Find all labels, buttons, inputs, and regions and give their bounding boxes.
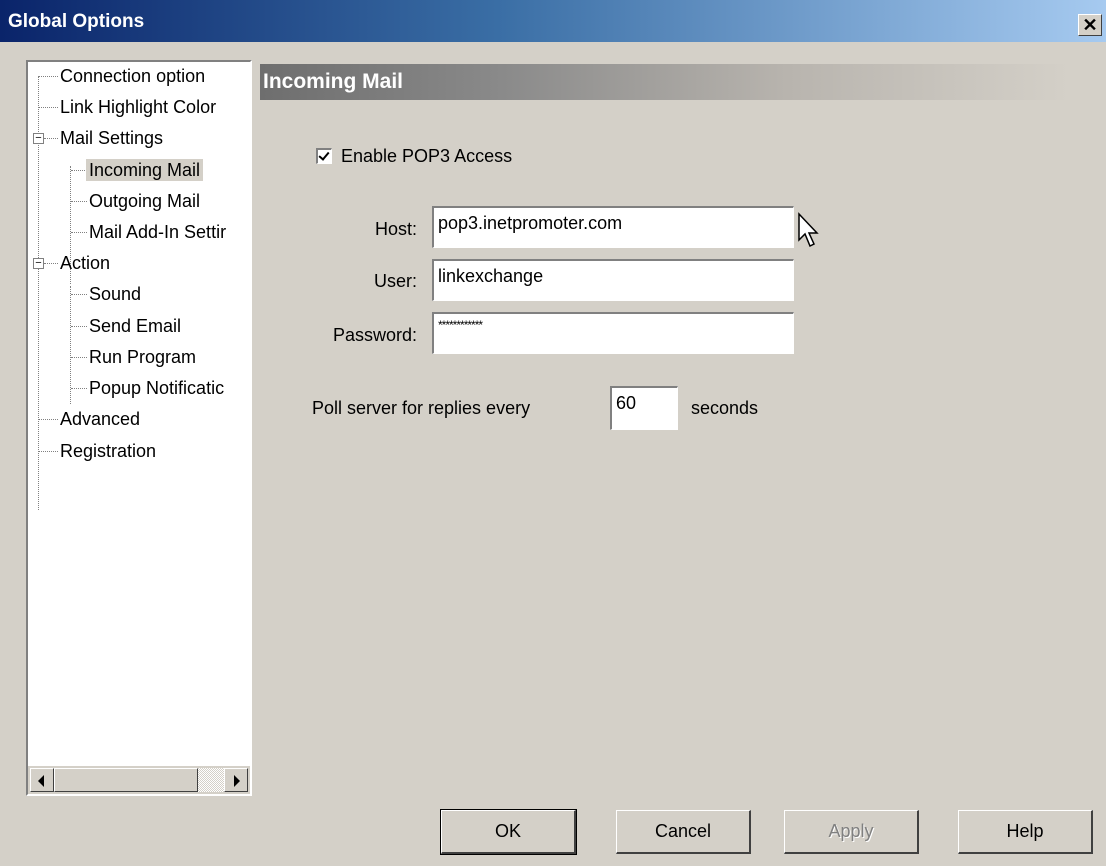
tree-item-label: Run Program [89,347,197,367]
title-bar[interactable]: Global Options ✕ [0,0,1106,42]
tree-line [71,232,87,234]
tree-line [39,107,58,109]
collapse-icon[interactable]: − [33,133,44,144]
tree-item-link-highlight-color[interactable]: Link Highlight Color [57,93,219,121]
tree-line [71,201,87,203]
tree-item-registration[interactable]: Registration [57,437,159,465]
cancel-button[interactable]: Cancel [616,810,751,854]
tree-line [71,294,87,296]
checkmark-icon [318,149,330,161]
scroll-right-button[interactable] [224,768,248,792]
poll-interval-input[interactable]: 60 [610,386,678,430]
tree-item-label: Popup Notificatic [89,378,225,398]
tree-item-mail-add-in-settings[interactable]: Mail Add-In Settir [86,218,229,246]
tree-content: − − Connection option Link Highlight Col… [28,62,250,762]
arrow-right-icon [234,775,240,787]
tree-item-label: Mail Settings [60,128,164,148]
tree-line [71,326,87,328]
tree-item-advanced[interactable]: Advanced [57,405,143,433]
tree-line [71,388,87,390]
tree-line [39,76,58,78]
tree-item-label: Send Email [89,316,182,336]
tree-item-label: Mail Add-In Settir [89,222,227,242]
tree-line [71,170,87,172]
tree-item-send-email[interactable]: Send Email [86,312,184,340]
section-header: Incoming Mail [260,64,1070,100]
tree-line [44,263,58,265]
host-input[interactable]: pop3.inetpromoter.com [432,206,794,248]
help-button[interactable]: Help [958,810,1093,854]
collapse-icon[interactable]: − [33,258,44,269]
section-title: Incoming Mail [263,70,404,93]
password-label: Password: [332,325,417,345]
tree-item-label: Connection option [60,66,206,86]
tree-item-action[interactable]: Action [57,249,113,277]
tree-item-label: Advanced [60,409,141,429]
tree-item-incoming-mail[interactable]: Incoming Mail [86,156,204,184]
tree-line [71,357,87,359]
tree-item-popup-notification[interactable]: Popup Notificatic [86,374,227,402]
tree-item-outgoing-mail[interactable]: Outgoing Mail [86,187,203,215]
enable-pop3-checkbox[interactable] [316,148,332,164]
tree-item-label: Incoming Mail [86,159,204,181]
window-title: Global Options [8,11,145,32]
close-icon: ✕ [1082,15,1098,35]
user-label: User: [373,271,417,291]
tree-line [70,286,72,404]
tree-item-label: Registration [60,441,157,461]
tree-line [39,419,58,421]
tree-line [44,138,58,140]
tree-line [39,451,58,453]
tree-item-label: Outgoing Mail [89,191,201,211]
tree-item-label: Link Highlight Color [60,97,217,117]
enable-pop3-row[interactable]: Enable POP3 Access [316,144,512,168]
tree-item-sound[interactable]: Sound [86,280,144,308]
poll-prefix-label: Poll server for replies every [312,398,531,418]
tree-horizontal-scrollbar[interactable] [28,766,250,794]
enable-pop3-label[interactable]: Enable POP3 Access [341,146,512,167]
host-label: Host: [374,219,417,239]
poll-suffix-label: seconds [691,398,759,418]
scrollbar-thumb[interactable] [54,768,198,792]
ok-button[interactable]: OK [440,809,577,855]
scroll-left-button[interactable] [30,768,54,792]
password-input[interactable]: ************ [432,312,794,354]
options-tree[interactable]: − − Connection option Link Highlight Col… [26,60,252,796]
mouse-pointer-icon [798,212,819,248]
apply-button[interactable]: Apply [784,810,919,854]
close-button[interactable]: ✕ [1078,14,1102,36]
tree-item-mail-settings[interactable]: Mail Settings [57,124,166,152]
user-input[interactable]: linkexchange [432,259,794,301]
tree-item-label: Sound [89,284,142,304]
tree-item-connection-option[interactable]: Connection option [57,62,208,90]
tree-item-run-program[interactable]: Run Program [86,343,199,371]
arrow-left-icon [38,775,44,787]
tree-item-label: Action [60,253,111,273]
